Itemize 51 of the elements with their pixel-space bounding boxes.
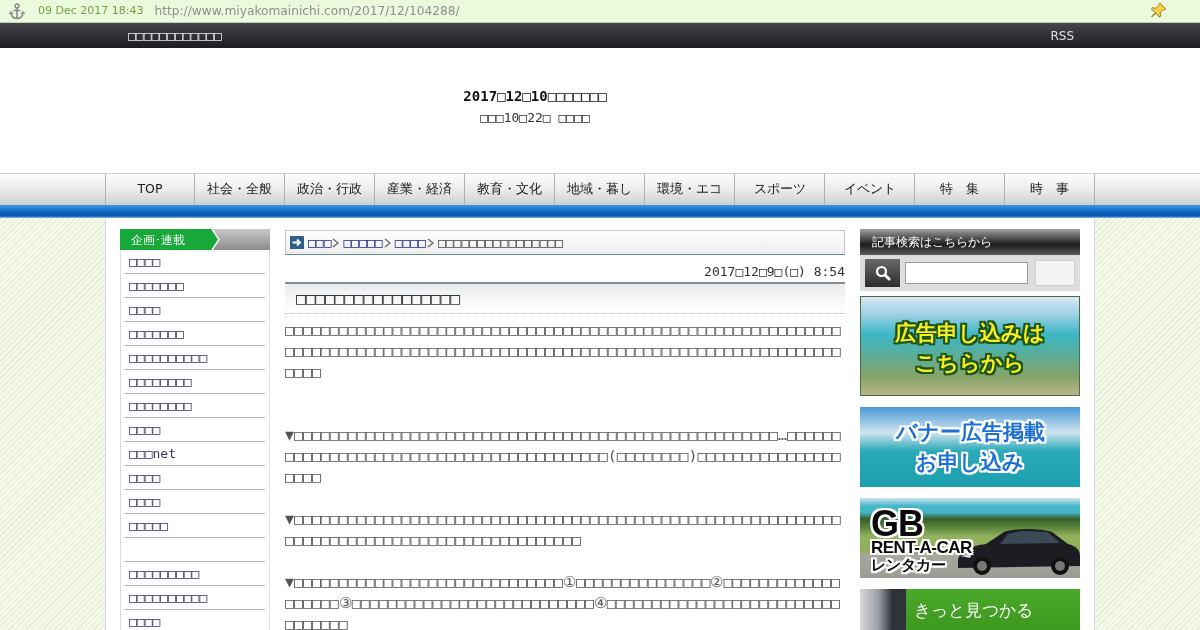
site-title[interactable]: □□□□□□□□□□□□ (128, 25, 222, 46)
article-paragraph: ▼□□□□□□□□□□□□□□□□□□□□□□□□□□□□□□①□□□□□□□□□□□□□□□②□□□□□□□□□□□□□□□□□□□③□□□□□□□□□□□□□□□□□□□□□□□□□□□④□□□□□□□□□□□□□□□□□□□□□□□□□□□□□□□□□ (285, 572, 841, 630)
sidebar-link[interactable]: □□□□□□□ (129, 325, 184, 342)
search-heading: 記事検索はこちらから (860, 229, 1080, 255)
sidebar-link[interactable]: □□□□□□□□ (129, 373, 192, 390)
article-paragraph: ▼□□□□□□□□□□□□□□□□□□□□□□□□□□□□□□□□□□□□□□□□□□□□□□□□□□□□□□…□□□□□□□□□□□□□□□□□□□□□□□□□□□□□□□□□□□□□□□□□□(□□□□□□□□)□□□□□□□□□□□□□□□□□□□□ (285, 425, 842, 488)
anchor-icon (9, 2, 25, 20)
banner-text: バナー広告掲載 (895, 419, 1045, 446)
article-date: 2017□12□9□(□) 8:54 (703, 263, 845, 280)
search-button[interactable] (1035, 260, 1075, 286)
breadcrumb-link[interactable]: □□□ (308, 232, 332, 253)
sidebar-link[interactable]: □□□□ (129, 493, 161, 510)
article-title: □□□□□□□□□□□□□□□□□ (285, 284, 845, 314)
banner-text: こちらから (915, 350, 1025, 377)
banner-text: GB (871, 508, 923, 539)
pin-icon[interactable] (1151, 2, 1167, 20)
sidebar-link[interactable]: □□□□ (129, 469, 161, 486)
chevron-icon (332, 237, 340, 248)
header-date: 2017□12□10□□□□□□□ (463, 87, 607, 105)
banner-text: 広告申し込みは (895, 320, 1045, 347)
sidebar-link[interactable]: □□□□□ (129, 517, 169, 534)
sidebar-link[interactable]: □□□□ (129, 301, 161, 318)
search-icon (865, 259, 900, 287)
chevron-icon (426, 237, 434, 248)
breadcrumb-link[interactable]: □□□□□ (343, 232, 383, 253)
banner-text: お申し込み (916, 449, 1024, 476)
sidebar-link[interactable]: □□□net (129, 445, 176, 462)
timestamp: 09 Dec 2017 18:43 (38, 2, 144, 19)
sidebar-link[interactable]: □□□□ (129, 613, 161, 630)
article-paragraph: ▼□□□□□□□□□□□□□□□□□□□□□□□□□□□□□□□□□□□□□□□□□□□□□□□□□□□□□□□□□□□□□□□□□□□□□□□□□□□□□□□□□□□□□□□□□□□□□□ (285, 509, 842, 551)
article-paragraph: □□□□□□□□□□□□□□□□□□□□□□□□□□□□□□□□□□□□□□□□□□□□□□□□□□□□□□□□□□□□□□□□□□□□□□□□□□□□□□□□□□□□□□□□□□□□□□□□□□□□□□□□□□□□□□□□□□□□□□□□□□□□□□□□ (285, 320, 842, 383)
chevron-icon (383, 237, 391, 248)
sidebar-link[interactable]: □□□□□□□□□□ (129, 349, 208, 366)
banner-text: RENT-A-CAR (871, 539, 972, 557)
nav-link[interactable]: TOP (105, 174, 195, 205)
lunar-date: □□□10□22□ □□□□ (480, 109, 590, 127)
url-text: http://www.miyakomainichi.com/2017/12/104288/ (154, 2, 460, 20)
sidebar-link[interactable]: □□□□□□□□□□ (129, 589, 208, 606)
banner-text: きっと見つかる (914, 599, 1033, 621)
breadcrumb-current: □□□□□□□□□□□□□□□□ (437, 233, 564, 252)
ad-banner[interactable]: GB RENT-A-CAR レンタカー (860, 498, 1080, 578)
sidebar-link[interactable]: □□□□□□□□□ (129, 565, 200, 582)
breadcrumb-link[interactable]: □□□□ (394, 232, 426, 253)
sidebar-link[interactable]: □□□□□□□□ (129, 397, 192, 414)
sidebar-link[interactable]: □□□□ (129, 421, 161, 438)
sidebar-link[interactable]: □□□□ (129, 253, 161, 270)
banner-text: レンタカー (871, 557, 946, 574)
search-field[interactable] (905, 262, 1028, 284)
sidebar-link[interactable]: □□□□□□□ (129, 277, 184, 294)
arrow-icon (290, 236, 304, 249)
rss-link[interactable]: RSS (1050, 26, 1074, 45)
